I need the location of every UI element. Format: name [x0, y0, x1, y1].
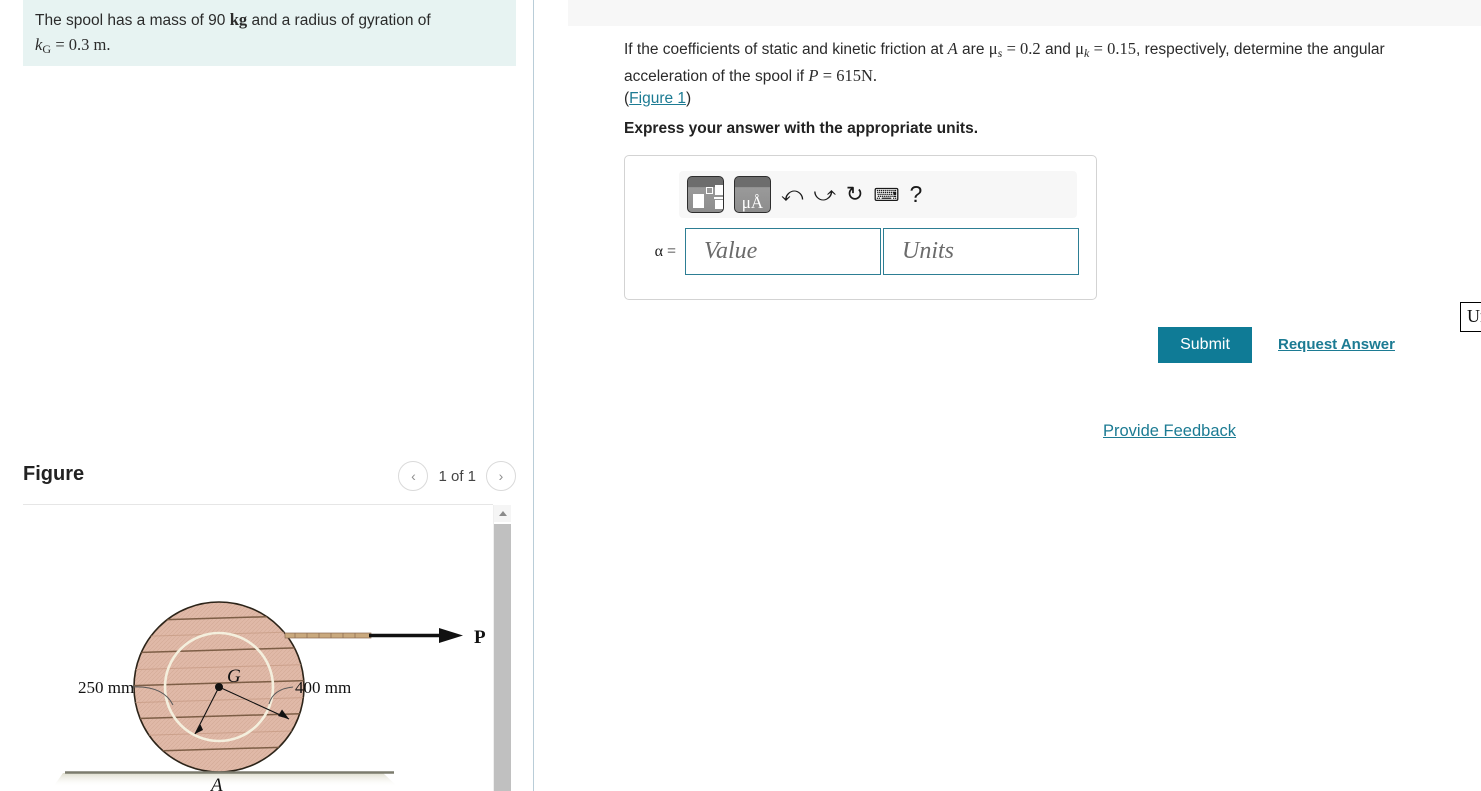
figure-panel: The spool has a mass of 90 kg and a radi…: [0, 0, 533, 791]
units-input-tooltip: Units input for part A: [1460, 302, 1481, 332]
figure-header: Figure ‹ 1 of 1 ›: [23, 455, 516, 503]
point-a-symbol: A: [947, 39, 958, 58]
math-toolbar: μÅ ⤺ ⤻ ↻ ⌨ ?: [679, 171, 1077, 218]
problem-text-part1: The spool has a mass of 90: [35, 12, 230, 29]
figure-dim-outer: 400 mm: [295, 678, 351, 697]
problem-statement-text: The spool has a mass of 90 kg and a radi…: [35, 8, 504, 58]
answer-entry-box: μÅ ⤺ ⤻ ↻ ⌨ ? α =: [624, 155, 1097, 300]
mu-s-symbol: μ: [988, 39, 998, 58]
kg-subscript: G: [42, 41, 51, 56]
mu-k-symbol: μ: [1075, 39, 1085, 58]
figure-pager: ‹ 1 of 1 ›: [398, 461, 516, 491]
question-seg-1: If the coefficients of static and kineti…: [624, 41, 948, 58]
panel-header-strip: [568, 0, 1481, 26]
figure-label-A: A: [209, 775, 223, 791]
express-answer-instruction: Express your answer with the appropriate…: [624, 120, 979, 137]
figure-scrollbar[interactable]: [493, 505, 511, 791]
question-panel: If the coefficients of static and kineti…: [534, 0, 1481, 791]
force-p-value: = 615N.: [822, 65, 878, 85]
figure-label-P: P: [474, 627, 486, 648]
mu-s-value: = 0.2: [1006, 39, 1041, 58]
figure-next-button[interactable]: ›: [486, 461, 516, 491]
units-button[interactable]: μÅ: [734, 176, 771, 213]
problem-text-part2: and a radius of gyration of: [247, 12, 431, 29]
problem-statement-box: The spool has a mass of 90 kg and a radi…: [23, 0, 516, 66]
figure-dim-inner: 250 mm: [78, 678, 134, 697]
mu-k-value: = 0.15: [1093, 39, 1136, 58]
kg-value: = 0.3 m.: [55, 34, 111, 54]
unit-kg: kg: [229, 10, 248, 29]
undo-icon[interactable]: ⤺: [781, 184, 803, 205]
figure-title: Figure: [23, 463, 85, 485]
question-seg-3: and: [1040, 41, 1076, 58]
reset-icon[interactable]: ↻: [846, 184, 864, 205]
redo-icon[interactable]: ⤻: [813, 184, 835, 205]
units-button-label: μÅ: [741, 193, 764, 212]
question-block: If the coefficients of static and kineti…: [624, 36, 1449, 108]
units-input[interactable]: [883, 228, 1079, 275]
alpha-equals-label: α =: [654, 242, 676, 260]
math-template-button[interactable]: [687, 176, 724, 213]
scroll-up-arrow-icon[interactable]: [494, 505, 511, 522]
keyboard-icon[interactable]: ⌨: [874, 186, 900, 204]
mu-s-subscript: s: [997, 46, 1003, 60]
help-icon[interactable]: ?: [910, 183, 923, 206]
figure-prev-button[interactable]: ‹: [398, 461, 429, 491]
figure-page-count: 1 of 1: [438, 467, 476, 485]
scrollbar-thumb[interactable]: [494, 524, 511, 791]
paren-close: ): [686, 89, 692, 107]
request-answer-link[interactable]: Request Answer: [1278, 336, 1395, 353]
figure-link-line: (Figure 1): [624, 90, 1449, 108]
submit-button[interactable]: Submit: [1158, 327, 1252, 363]
provide-feedback-link[interactable]: Provide Feedback: [1103, 422, 1236, 441]
value-input[interactable]: [685, 228, 881, 275]
answer-input-row: α =: [641, 228, 1079, 275]
force-p-symbol: P: [808, 65, 819, 85]
figure-diagram: P G 250 mm 400 mm A: [23, 505, 493, 791]
question-text: If the coefficients of static and kineti…: [624, 36, 1449, 89]
question-seg-2: are: [957, 41, 989, 58]
figure-1-link[interactable]: Figure 1: [629, 90, 686, 107]
mu-k-subscript: k: [1084, 46, 1090, 60]
figure-label-G: G: [227, 666, 241, 687]
